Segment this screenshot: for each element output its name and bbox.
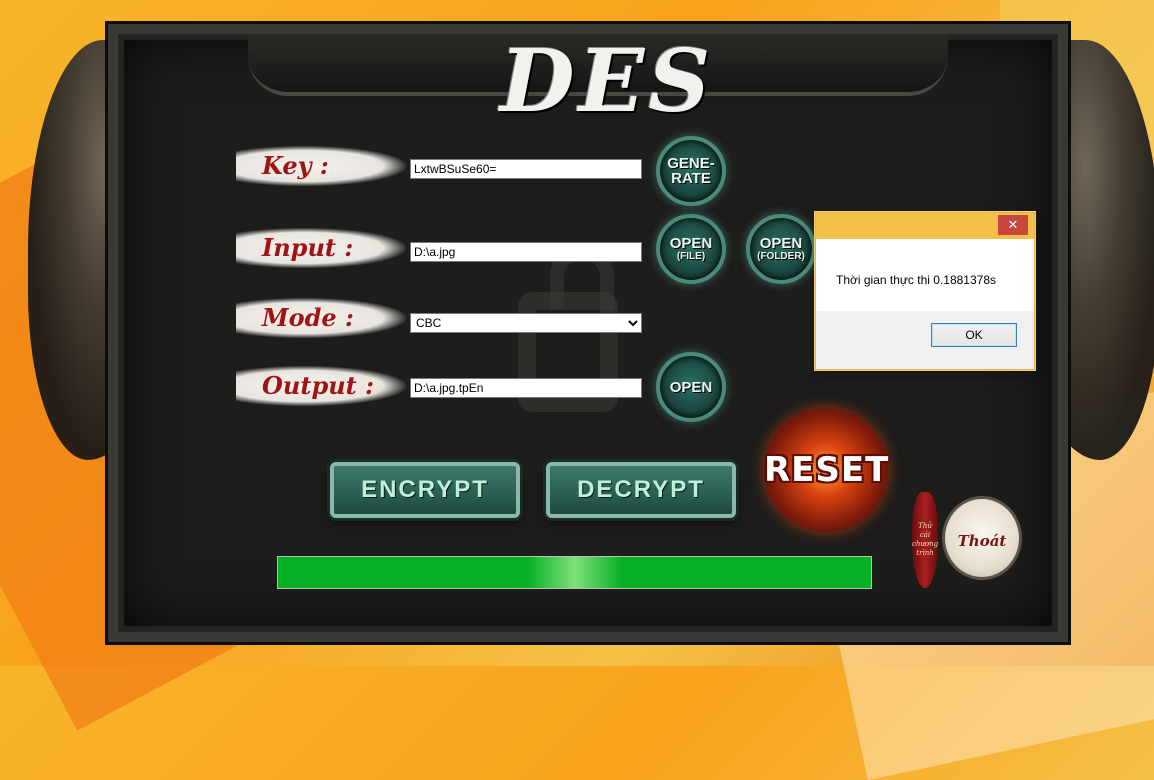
progress-fill <box>278 557 871 588</box>
output-path-field[interactable] <box>410 378 642 398</box>
open-file-button[interactable]: OPEN (FILE) <box>656 214 726 284</box>
dialog-footer: OK <box>816 311 1034 367</box>
open-folder-sublabel: (FOLDER) <box>757 251 805 262</box>
key-input[interactable] <box>410 159 642 179</box>
try-program-scroll[interactable]: Thử cái chương trình <box>912 492 938 588</box>
progress-bar <box>277 556 872 589</box>
open-folder-button[interactable]: OPEN (FOLDER) <box>746 214 816 284</box>
open-folder-label: OPEN <box>759 235 803 252</box>
open-output-label: OPEN <box>669 378 713 396</box>
output-label: Output : <box>236 366 406 406</box>
input-path-field[interactable] <box>410 242 642 262</box>
close-icon[interactable]: ✕ <box>998 215 1028 235</box>
dialog-body: Thời gian thực thi 0.1881378s <box>816 239 1034 311</box>
mode-label: Mode : <box>236 298 406 338</box>
open-file-sublabel: (FILE) <box>676 251 706 262</box>
app-title: DES <box>500 31 715 132</box>
generate-label-line1: GENE- <box>667 155 715 172</box>
open-file-label: OPEN <box>669 235 713 252</box>
input-label: Input : <box>236 228 406 268</box>
open-output-button[interactable]: OPEN <box>656 352 726 422</box>
mode-select[interactable]: CBC <box>410 313 642 333</box>
dialog-message: Thời gian thực thi 0.1881378s <box>836 273 997 287</box>
decrypt-button[interactable]: DECRYPT <box>546 462 736 518</box>
generate-label-line2: RATE <box>671 170 711 187</box>
encrypt-button[interactable]: ENCRYPT <box>330 462 520 518</box>
message-dialog: ✕ Thời gian thực thi 0.1881378s OK <box>815 212 1035 370</box>
ok-button[interactable]: OK <box>931 323 1017 347</box>
dialog-titlebar: ✕ <box>816 213 1034 239</box>
reset-button[interactable]: RESET <box>764 408 888 532</box>
key-label: Key : <box>236 146 406 186</box>
generate-key-button[interactable]: GENE- RATE <box>656 136 726 206</box>
exit-button[interactable]: Thoát <box>942 496 1022 580</box>
